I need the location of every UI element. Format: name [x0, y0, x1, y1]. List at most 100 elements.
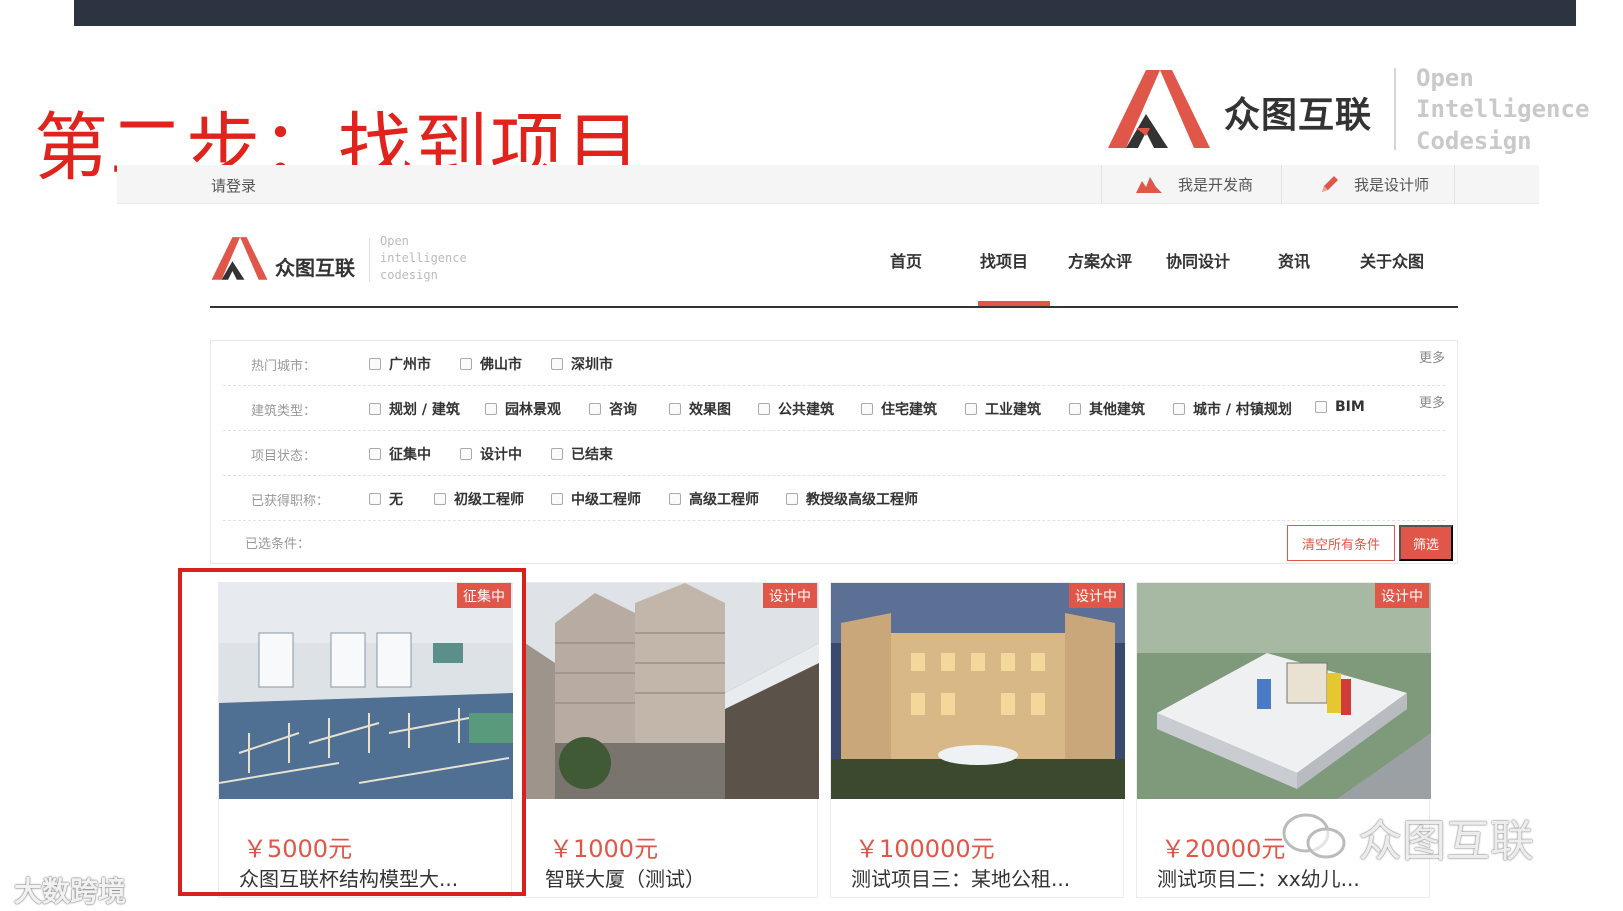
filter-option[interactable]: 住宅建筑: [861, 399, 937, 419]
login-link[interactable]: 请登录: [211, 175, 256, 196]
watermark-right-text: 众图互联: [1358, 816, 1534, 867]
filter-option[interactable]: 效果图: [669, 399, 731, 419]
login-bar: 请登录 我是开发商 我是设计师: [117, 165, 1539, 204]
filter-label: 项目状态：: [251, 449, 317, 464]
project-price: ￥1000元: [549, 835, 659, 863]
watermark-right: 众图互联: [1280, 805, 1534, 869]
checkbox[interactable]: [1069, 403, 1081, 415]
filter-option[interactable]: 设计中: [460, 444, 522, 464]
brand-tagline-1: Open: [1416, 64, 1474, 92]
developer-role-button[interactable]: 我是开发商: [1101, 165, 1281, 204]
nav-find-projects[interactable]: 找项目: [980, 248, 1028, 272]
checkbox[interactable]: [861, 403, 873, 415]
filter-row-title: 已获得职称： 无 初级工程师 中级工程师 高级工程师 教授级高级工程师: [223, 476, 1445, 521]
filter-option[interactable]: 深圳市: [551, 354, 613, 374]
checkbox[interactable]: [758, 403, 770, 415]
nav-tagline-1: Open: [380, 234, 409, 248]
kindergarten-photo[interactable]: [1137, 583, 1431, 799]
nav-news[interactable]: 资讯: [1278, 248, 1310, 272]
filter-option[interactable]: 佛山市: [460, 354, 522, 374]
checkbox[interactable]: [1315, 401, 1327, 413]
filter-option[interactable]: 中级工程师: [551, 489, 641, 509]
filter-label: 已获得职称：: [251, 494, 330, 509]
filter-button[interactable]: 筛选: [1399, 525, 1453, 561]
filter-option[interactable]: 园林景观: [485, 399, 561, 419]
checkbox[interactable]: [551, 448, 563, 460]
checkbox[interactable]: [369, 493, 381, 505]
checkbox[interactable]: [965, 403, 977, 415]
project-name[interactable]: 测试项目三：某地公租...: [851, 863, 1070, 892]
checkbox[interactable]: [589, 403, 601, 415]
checkbox[interactable]: [551, 358, 563, 370]
filter-option[interactable]: 无: [369, 489, 403, 509]
designer-role-button[interactable]: 我是设计师: [1281, 165, 1455, 204]
checkbox[interactable]: [786, 493, 798, 505]
filter-option[interactable]: 已结束: [551, 444, 613, 464]
developer-role-label: 我是开发商: [1178, 176, 1254, 194]
zhongtu-logo-icon: [1108, 70, 1210, 148]
brand-name: 众图互联: [1224, 95, 1373, 136]
nav-active-indicator: [978, 301, 1050, 306]
brand-tagline-3: Codesign: [1416, 127, 1532, 155]
watermark-left: 大数跨境: [14, 875, 127, 908]
project-card[interactable]: 设计中 ￥1000元 智联大厦（测试）: [524, 582, 819, 898]
nav-home[interactable]: 首页: [890, 248, 922, 272]
nav-collaborative-design[interactable]: 协同设计: [1166, 248, 1230, 272]
villa-photo[interactable]: [831, 583, 1125, 799]
nav-brand-name: 众图互联: [275, 256, 355, 280]
designer-role-label: 我是设计师: [1354, 176, 1430, 194]
brand-tagline-2: Intelligence: [1416, 95, 1590, 123]
status-badge: 设计中: [763, 583, 817, 608]
filter-row-city: 热门城市： 广州市 佛山市 深圳市 更多: [223, 341, 1445, 386]
project-card[interactable]: 设计中 ￥100000元 测试项目三：某地公租...: [830, 582, 1125, 898]
checkbox[interactable]: [434, 493, 446, 505]
checkbox[interactable]: [460, 358, 472, 370]
highrise-photo[interactable]: [525, 583, 819, 799]
filter-option[interactable]: 高级工程师: [669, 489, 759, 509]
filter-option[interactable]: 初级工程师: [434, 489, 524, 509]
filter-option[interactable]: 咨询: [589, 399, 637, 419]
checkbox[interactable]: [460, 448, 472, 460]
highlight-box: [178, 568, 526, 896]
filter-option[interactable]: 规划 / 建筑: [369, 399, 460, 419]
more-link[interactable]: 更多: [1419, 347, 1445, 366]
filter-row-status: 项目状态： 征集中 设计中 已结束: [223, 431, 1445, 476]
clear-all-button[interactable]: 清空所有条件: [1287, 525, 1395, 561]
status-badge: 设计中: [1069, 583, 1123, 608]
filter-option[interactable]: 征集中: [369, 444, 431, 464]
more-link[interactable]: 更多: [1419, 392, 1445, 411]
pencil-icon: [1320, 175, 1338, 194]
checkbox[interactable]: [369, 403, 381, 415]
nav-about[interactable]: 关于众图: [1360, 248, 1424, 272]
filter-row-building-type: 建筑类型： 规划 / 建筑 园林景观 咨询 效果图 公共建筑 住宅建筑 工业建筑…: [223, 386, 1445, 431]
nav-scheme-review[interactable]: 方案众评: [1068, 248, 1132, 272]
filter-option[interactable]: 广州市: [369, 354, 431, 374]
brand-logo-large: 众图互联 Open Intelligence Codesign: [1106, 64, 1589, 164]
filter-label: 建筑类型：: [251, 404, 317, 419]
checkbox[interactable]: [369, 358, 381, 370]
checkbox[interactable]: [669, 403, 681, 415]
selected-conditions-label: 已选条件：: [245, 537, 311, 552]
main-nav: 众图互联 Open intelligence codesign 首页 找项目 方…: [210, 234, 1458, 308]
checkbox[interactable]: [485, 403, 497, 415]
status-badge: 设计中: [1375, 583, 1429, 608]
checkbox[interactable]: [551, 493, 563, 505]
filter-option[interactable]: BIM: [1315, 399, 1365, 415]
filter-label: 热门城市：: [251, 359, 317, 374]
filter-option[interactable]: 教授级高级工程师: [786, 489, 918, 509]
checkbox[interactable]: [1173, 403, 1185, 415]
top-dark-bar: [74, 0, 1576, 26]
filter-option[interactable]: 工业建筑: [965, 399, 1041, 419]
filter-option[interactable]: 公共建筑: [758, 399, 834, 419]
zhongtu-logo-icon[interactable]: [210, 236, 268, 282]
project-name[interactable]: 智联大厦（测试）: [545, 863, 705, 892]
logo-divider: [1394, 68, 1396, 150]
checkbox[interactable]: [369, 448, 381, 460]
checkbox[interactable]: [669, 493, 681, 505]
wechat-icon: [1282, 813, 1346, 859]
nav-logo-divider: [369, 238, 370, 282]
filter-option[interactable]: 城市 / 村镇规划: [1173, 399, 1292, 419]
project-price: ￥100000元: [855, 835, 995, 863]
project-price: ￥20000元: [1161, 835, 1286, 863]
filter-option[interactable]: 其他建筑: [1069, 399, 1145, 419]
